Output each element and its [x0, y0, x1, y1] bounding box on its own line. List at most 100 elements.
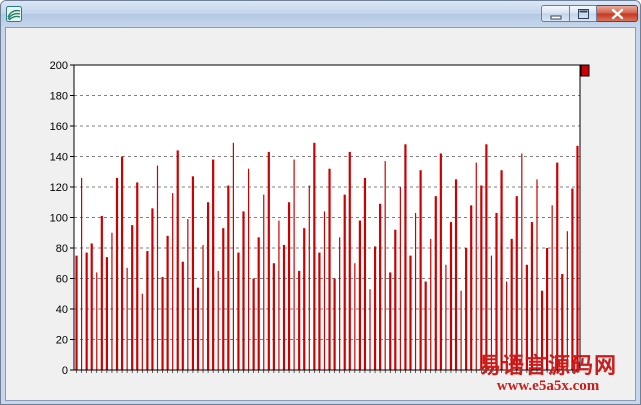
bar [424, 281, 427, 370]
y-tick-label: 40 [56, 304, 68, 316]
minimize-button[interactable] [541, 5, 570, 22]
bar [384, 161, 386, 370]
y-tick-label: 120 [50, 182, 68, 194]
bar [328, 168, 331, 370]
bar [303, 228, 306, 370]
bar [409, 255, 412, 370]
y-tick-label: 180 [50, 91, 68, 103]
bar [434, 196, 437, 370]
bar [278, 220, 280, 370]
bar [287, 202, 291, 370]
bar [202, 244, 204, 370]
bar [115, 177, 119, 370]
bar [470, 205, 473, 370]
y-tick-label: 200 [50, 60, 68, 72]
bar [96, 272, 98, 370]
bar [166, 235, 169, 370]
bar [111, 232, 113, 370]
bar [354, 263, 356, 370]
app-icon [6, 6, 22, 22]
watermark: 易语言源码网 www.e5a5x.com [479, 354, 617, 394]
bar [146, 251, 149, 370]
bar [237, 252, 240, 370]
bar [530, 222, 534, 370]
y-tick-label: 60 [56, 274, 68, 286]
y-tick-label: 160 [50, 121, 68, 133]
y-tick-label: 80 [56, 243, 68, 255]
bar [222, 228, 225, 370]
bar [348, 151, 351, 370]
bar [100, 215, 103, 370]
bar [343, 194, 346, 370]
bar [85, 252, 88, 370]
bar [546, 248, 549, 370]
bar [430, 238, 432, 370]
bar [141, 293, 143, 370]
bar [510, 238, 513, 370]
bar [333, 278, 336, 370]
bar [404, 144, 407, 370]
bar [176, 150, 179, 370]
bar [267, 151, 270, 370]
y-tick-label: 140 [50, 152, 68, 164]
bar [521, 153, 523, 370]
y-tick-label: 0 [62, 365, 68, 377]
bar [156, 165, 159, 370]
bar [369, 289, 371, 370]
bar [136, 182, 139, 370]
chart-panel: 0 20 40 60 80 100 120 140 160 180 200 易语言源码网 www.e… [5, 27, 636, 401]
bar [191, 176, 195, 370]
bar [105, 257, 108, 370]
bar [339, 237, 341, 370]
bar [252, 278, 255, 370]
bar [263, 194, 265, 370]
bar [358, 220, 361, 370]
bar [419, 170, 422, 370]
close-button[interactable] [597, 5, 638, 22]
bar [131, 225, 134, 370]
bar [379, 203, 382, 370]
bar [293, 159, 295, 370]
bar [282, 244, 286, 370]
bar [217, 270, 219, 370]
maximize-icon [578, 9, 589, 19]
bar [399, 187, 401, 370]
bar [126, 267, 128, 370]
bar [232, 142, 234, 370]
bar [373, 246, 377, 370]
bar [323, 211, 326, 370]
y-tick-label: 20 [56, 335, 68, 347]
bar [454, 179, 458, 370]
bar [272, 263, 275, 370]
maximize-button[interactable] [570, 5, 597, 22]
bar [257, 237, 260, 370]
bar [460, 290, 462, 370]
bar [485, 144, 488, 370]
bar [187, 219, 189, 370]
watermark-line2: www.e5a5x.com [496, 378, 600, 394]
bar [495, 212, 498, 370]
bar [449, 222, 453, 370]
bar [227, 185, 230, 370]
bar [212, 159, 215, 370]
bar [206, 202, 210, 370]
title-bar[interactable] [1, 1, 640, 27]
close-icon [611, 8, 624, 20]
bar [363, 177, 367, 370]
bar [90, 243, 93, 370]
bar-chart: 0 20 40 60 80 100 120 140 160 180 200 [50, 60, 590, 377]
bar [242, 211, 245, 370]
bar [465, 248, 468, 370]
bar [551, 205, 553, 370]
bar [313, 142, 316, 370]
bar [515, 196, 518, 370]
bar [480, 185, 483, 370]
bar [247, 168, 250, 370]
bar [389, 272, 392, 370]
bar [414, 212, 417, 370]
bar [571, 188, 574, 370]
bar [318, 252, 321, 370]
bar [120, 156, 124, 370]
bar [439, 153, 442, 370]
bar [181, 261, 184, 370]
